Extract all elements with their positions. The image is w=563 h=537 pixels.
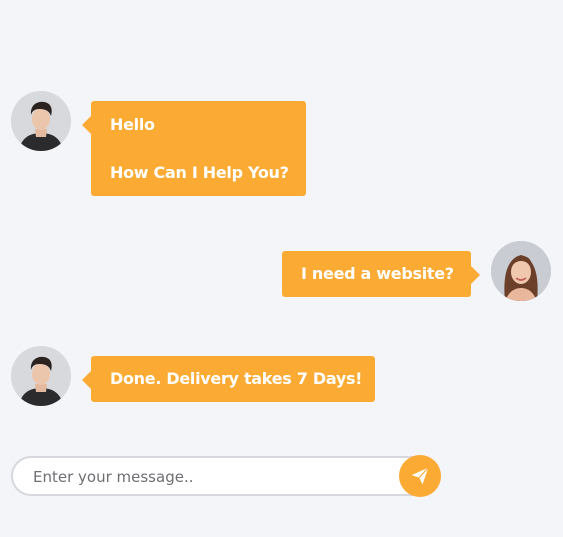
- user-avatar: [491, 241, 551, 301]
- agent-message-bubble: Done. Delivery takes 7 Days!: [82, 356, 375, 402]
- message-input[interactable]: [31, 458, 395, 496]
- agent-message-bubble: Hello How Can I Help You?: [82, 101, 306, 196]
- message-text: I need a website?: [301, 264, 454, 283]
- chat-window: Hello How Can I Help You? I need a websi…: [0, 0, 563, 537]
- user-message-bubble: I need a website?: [282, 251, 480, 297]
- agent-avatar: [11, 346, 71, 406]
- message-text: Hello: [110, 115, 155, 134]
- agent-avatar: [11, 91, 71, 151]
- paper-plane-icon: [411, 467, 429, 485]
- female-avatar-icon: [491, 241, 551, 301]
- male-avatar-icon: [11, 91, 71, 151]
- message-text: Done. Delivery takes 7 Days!: [110, 369, 363, 388]
- male-avatar-icon: [11, 346, 71, 406]
- message-text: How Can I Help You?: [110, 163, 289, 182]
- send-button[interactable]: [399, 455, 441, 497]
- message-composer: [11, 456, 441, 496]
